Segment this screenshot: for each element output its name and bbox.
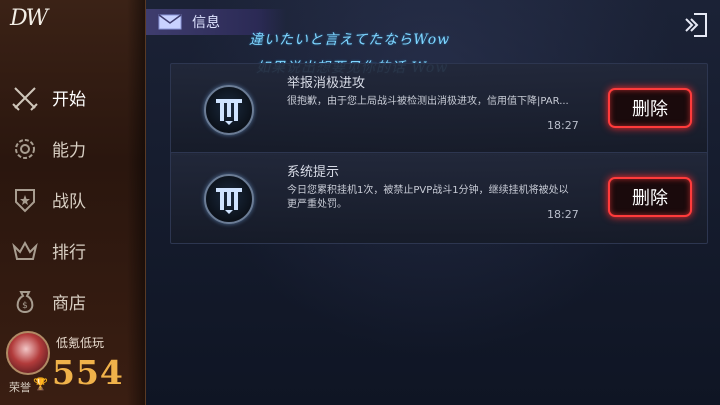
sidebar-item-label: 排行 [52, 243, 86, 263]
crossed-swords-icon [10, 83, 40, 113]
game-emblem-icon [204, 174, 254, 224]
honor-value: 554 [52, 353, 124, 392]
exit-button[interactable] [680, 10, 710, 40]
exit-icon [685, 13, 707, 37]
message-time: 18:27 [547, 119, 579, 132]
avatar[interactable] [6, 331, 50, 375]
shield-star-icon [10, 185, 40, 215]
message-card[interactable]: 系统提示 今日您累积挂机1次，被禁止PVP战斗1分钟，继续挂机将被处以更严重处罚… [170, 152, 708, 244]
delete-button[interactable]: 删除 [608, 88, 692, 128]
sidebar-nav: 开始 能力 战队 排行 $ 商店 [10, 72, 135, 327]
sidebar-item-label: 开始 [52, 90, 86, 110]
sidebar-item-start[interactable]: 开始 [10, 72, 135, 123]
crown-icon [10, 236, 40, 266]
sidebar-item-label: 商店 [52, 294, 86, 314]
message-time: 18:27 [547, 208, 579, 221]
sidebar-item-shop[interactable]: $ 商店 [10, 276, 135, 327]
lyric-overlay-line1: 違いたいと言えてたならWow [249, 32, 451, 48]
sidebar-item-ranking[interactable]: 排行 [10, 225, 135, 276]
message-title: 系统提示 [287, 165, 340, 180]
message-title: 举报消极进攻 [287, 76, 366, 91]
honor-label: 荣誉 [9, 381, 31, 394]
player-profile[interactable]: 低氪低玩 荣誉 🏆 554 [0, 331, 145, 405]
game-emblem-icon [204, 85, 254, 135]
message-body: 很抱歉，由于您上局战斗被检测出消极进攻，信用值下降|PAR... [287, 96, 569, 107]
message-body: 今日您累积挂机1次，被禁止PVP战斗1分钟，继续挂机将被处以更严重处罚。 [287, 185, 569, 210]
messages-panel: 信息 違いたいと言えてたならWow 如果说出想要见你的话 Wow 举报消极进攻 … [146, 0, 720, 405]
trophy-icon: 🏆 [33, 377, 48, 391]
sidebar: DW 开始 能力 战队 排行 $ 商店 低氪低玩 荣誉 🏆 554 [0, 0, 146, 405]
page-title: 信息 [192, 15, 220, 31]
player-name: 低氪低玩 [56, 336, 105, 350]
sidebar-item-ability[interactable]: 能力 [10, 123, 135, 174]
svg-text:$: $ [22, 301, 28, 311]
game-logo: DW [10, 6, 48, 31]
sidebar-item-team[interactable]: 战队 [10, 174, 135, 225]
money-bag-icon: $ [10, 287, 40, 317]
sidebar-item-label: 能力 [52, 141, 86, 161]
mail-icon [158, 14, 182, 30]
message-card[interactable]: 举报消极进攻 很抱歉，由于您上局战斗被检测出消极进攻，信用值下降|PAR... … [170, 63, 708, 155]
sidebar-item-label: 战队 [52, 192, 86, 212]
gear-icon [10, 134, 40, 164]
delete-button[interactable]: 删除 [608, 177, 692, 217]
